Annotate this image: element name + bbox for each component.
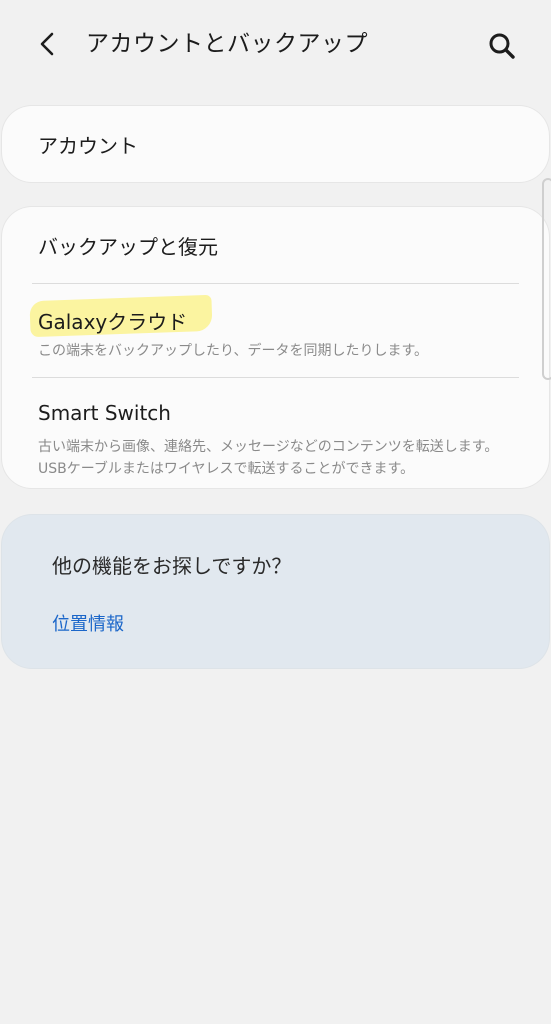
app-header: アカウントとバックアップ: [0, 0, 551, 92]
backup-restore-label: バックアップと復元: [38, 235, 218, 259]
account-card: アカウント: [2, 106, 549, 182]
location-link[interactable]: 位置情報: [52, 610, 124, 636]
back-button[interactable]: [28, 24, 68, 64]
smart-switch-item[interactable]: Smart Switch 古い端末から画像、連絡先、メッセージなどのコンテンツを…: [2, 378, 549, 488]
backup-restore-item[interactable]: バックアップと復元: [2, 207, 549, 284]
search-button[interactable]: [480, 24, 524, 68]
account-item-label: アカウント: [38, 134, 138, 158]
chevron-left-icon: [40, 32, 54, 56]
galaxy-cloud-description: この端末をバックアップしたり、データを同期したりします。: [38, 343, 429, 359]
search-icon: [489, 33, 515, 59]
smart-switch-label: Smart Switch: [38, 401, 171, 425]
scrollbar[interactable]: [542, 178, 551, 380]
page-title: アカウントとバックアップ: [86, 31, 368, 57]
other-features-title: 他の機能をお探しですか？: [52, 554, 292, 578]
backup-card: バックアップと復元 Galaxyクラウド この端末をバックアップしたり、データを…: [2, 207, 549, 488]
looking-for-something-else-card: 他の機能をお探しですか？ 位置情報: [2, 515, 549, 668]
galaxy-cloud-item[interactable]: Galaxyクラウド この端末をバックアップしたり、データを同期したりします。: [2, 284, 549, 377]
smart-switch-description: 古い端末から画像、連絡先、メッセージなどのコンテンツを転送します。USBケーブル…: [38, 439, 499, 477]
galaxy-cloud-label: Galaxyクラウド: [38, 310, 188, 334]
account-item[interactable]: アカウント: [2, 106, 549, 182]
